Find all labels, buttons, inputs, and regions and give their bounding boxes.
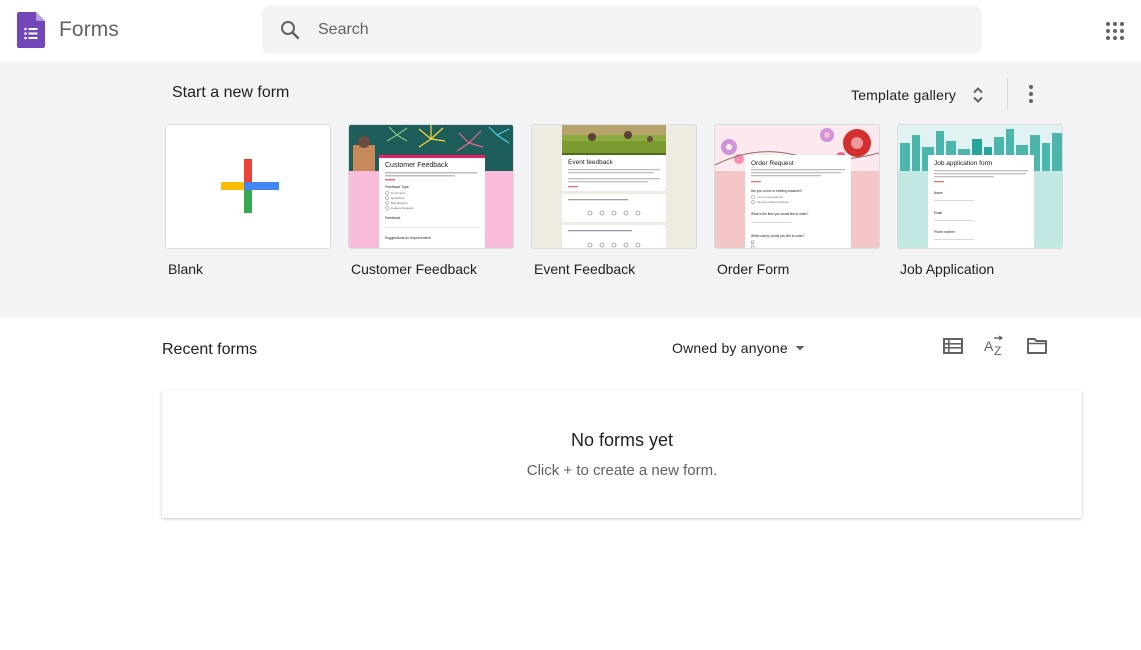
template-label: Event Feedback — [534, 261, 636, 277]
svg-text:I am a new customer: I am a new customer — [757, 195, 783, 199]
order-form-preview: Order Request Are you a new or existing … — [715, 125, 879, 248]
template-label: Order Form — [717, 261, 790, 277]
svg-text:Email: Email — [934, 211, 942, 215]
empty-state-subtitle: Click + to create a new form. — [526, 462, 718, 479]
svg-text:Suggestions for improvement: Suggestions for improvement — [385, 236, 431, 240]
svg-text:Feedback: Feedback — [385, 216, 401, 220]
more-vert-icon[interactable] — [1019, 82, 1043, 106]
app-title[interactable]: Forms — [59, 18, 119, 42]
svg-text:What color(s) would you like t: What color(s) would you like to order? — [751, 234, 805, 238]
template-label: Customer Feedback — [351, 261, 478, 277]
event-feedback-preview: Event feedback — [532, 125, 696, 248]
sort-az-icon[interactable]: A Z — [983, 334, 1007, 358]
template-customer-feedback-thumbnail[interactable]: Customer Feedback Feedback Type Comments… — [348, 124, 514, 249]
search-icon[interactable] — [278, 18, 302, 42]
template-customer-feedback[interactable]: Customer Feedback Feedback Type Comments… — [348, 124, 514, 277]
start-new-form-heading: Start a new form — [172, 84, 290, 101]
template-blank[interactable]: Blank — [165, 124, 331, 277]
template-gallery-button[interactable]: Template gallery — [843, 77, 996, 113]
unfold-more-icon — [973, 87, 983, 103]
customer-feedback-preview: Customer Feedback Feedback Type Comments… — [349, 125, 513, 248]
template-event-feedback-thumbnail[interactable]: Event feedback — [531, 124, 697, 249]
svg-text:Bug Reports: Bug Reports — [391, 201, 408, 205]
svg-text:Questions: Questions — [391, 196, 405, 200]
plus-icon — [221, 159, 279, 213]
template-job-application[interactable]: Job application form Name Email Phone nu… — [897, 124, 1063, 277]
svg-text:Are you a new or existing cust: Are you a new or existing customer? — [751, 189, 803, 193]
template-label: Blank — [168, 261, 204, 277]
template-label: Job Application — [900, 261, 995, 277]
search-input[interactable] — [318, 16, 958, 44]
svg-text:Job application form: Job application form — [934, 160, 992, 167]
template-order-form-thumbnail[interactable]: Order Request Are you a new or existing … — [714, 124, 880, 249]
google-apps-icon[interactable] — [1103, 19, 1127, 43]
forms-logo-icon[interactable] — [17, 12, 45, 48]
template-order-form[interactable]: Order Request Are you a new or existing … — [714, 124, 880, 277]
svg-text:Z: Z — [994, 344, 1001, 358]
toolbar-divider — [1007, 78, 1008, 110]
owner-filter-dropdown[interactable]: Owned by anyone — [672, 337, 806, 359]
svg-text:Comments: Comments — [391, 191, 406, 195]
template-job-application-thumbnail[interactable]: Job application form Name Email Phone nu… — [897, 124, 1063, 249]
svg-text:Phone number: Phone number — [934, 230, 956, 234]
svg-text:Order Request: Order Request — [751, 160, 794, 167]
empty-state-card: No forms yet Click + to create a new for… — [162, 390, 1082, 518]
svg-text:Event feedback: Event feedback — [568, 159, 614, 166]
template-event-feedback[interactable]: Event feedback Event Feedback — [531, 124, 697, 277]
job-application-preview: Job application form Name Email Phone nu… — [898, 125, 1062, 248]
template-section: Start a new form Template gallery Blank — [0, 62, 1141, 318]
list-view-icon[interactable] — [941, 334, 965, 358]
folder-icon[interactable] — [1025, 334, 1049, 358]
svg-text:Feedback Type: Feedback Type — [385, 185, 409, 189]
arrow-drop-down-icon — [795, 346, 805, 351]
template-gallery-label: Template gallery — [851, 87, 957, 103]
recent-forms-heading: Recent forms — [162, 341, 258, 358]
template-blank-thumbnail[interactable] — [165, 124, 331, 249]
owner-filter-label: Owned by anyone — [672, 340, 788, 356]
svg-text:A: A — [984, 338, 994, 354]
top-bar: Forms — [0, 0, 1141, 62]
search-bar[interactable] — [262, 6, 982, 54]
svg-text:Name: Name — [934, 191, 943, 195]
empty-state-title: No forms yet — [570, 430, 674, 450]
svg-text:Feature Request: Feature Request — [391, 206, 414, 210]
svg-text:Customer Feedback: Customer Feedback — [385, 162, 449, 169]
svg-text:I am an existing customer: I am an existing customer — [757, 200, 789, 204]
svg-text:What is the item you would lik: What is the item you would like to order… — [751, 212, 809, 216]
